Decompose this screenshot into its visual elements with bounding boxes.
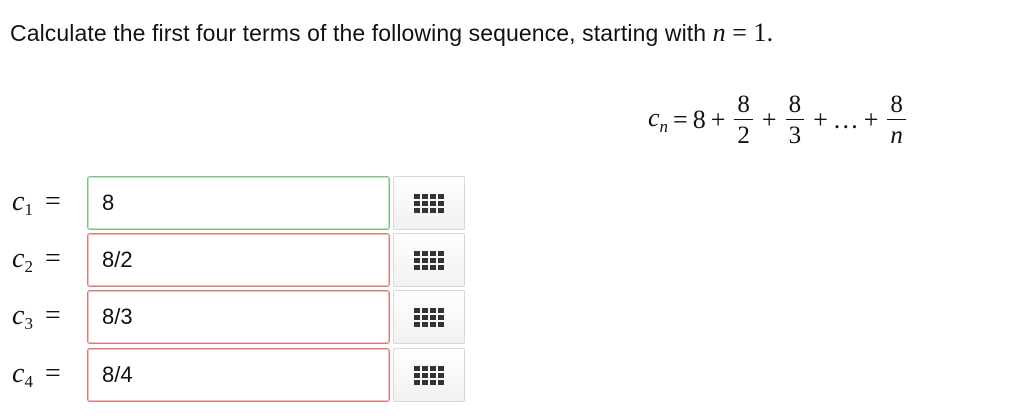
answer-label: c1 = xyxy=(12,186,61,220)
answer-label: c2 = xyxy=(12,243,61,277)
formula-ellipsis: … xyxy=(832,105,859,134)
formula-lhs-subscript: n xyxy=(659,117,669,137)
question-prompt: Calculate the first four terms of the fo… xyxy=(10,18,773,48)
formula-lhs-var: c xyxy=(648,102,660,132)
answer-row-c2: c2 = xyxy=(0,233,470,291)
math-palette-button[interactable] xyxy=(393,233,465,287)
term-var-letter: c xyxy=(12,186,25,217)
fraction-denominator: 2 xyxy=(737,122,750,149)
term-subscript: 1 xyxy=(24,200,33,219)
keypad-grid-icon xyxy=(414,307,444,327)
math-palette-button[interactable] xyxy=(393,176,465,230)
formula-fraction-n: 8 n xyxy=(887,92,906,148)
answer-label: c3 = xyxy=(12,300,61,334)
math-palette-button[interactable] xyxy=(393,290,465,344)
term-subscript: 3 xyxy=(24,314,33,333)
question-text: Calculate the first four terms of the fo… xyxy=(10,20,707,46)
answer-input-c1[interactable] xyxy=(87,176,390,230)
math-palette-button[interactable] xyxy=(393,348,465,402)
fraction-denominator: n xyxy=(890,122,903,149)
answer-input-c3[interactable] xyxy=(87,290,390,344)
formula-plus-1: + xyxy=(710,105,726,134)
term-variable: c3 xyxy=(12,300,33,333)
fraction-numerator: 8 xyxy=(785,92,805,120)
formula-equals: = xyxy=(673,105,688,134)
answer-input-c4[interactable] xyxy=(87,348,390,402)
formula-plus-3: + xyxy=(813,105,828,134)
question-n-variable: n xyxy=(712,18,726,47)
answer-row-c3: c3 = xyxy=(0,290,470,348)
answer-row-c4: c4 = xyxy=(0,348,470,406)
answer-label: c4 = xyxy=(12,358,61,392)
answer-row-c1: c1 = xyxy=(0,176,470,234)
formula-plus-2: + xyxy=(761,105,777,134)
term-equals: = xyxy=(44,243,61,274)
formula-fraction-2: 8 3 xyxy=(785,92,805,149)
term-subscript: 4 xyxy=(24,372,33,391)
fraction-denominator: 3 xyxy=(788,122,802,149)
term-var-letter: c xyxy=(12,300,25,331)
keypad-grid-icon xyxy=(414,365,444,385)
term-variable: c1 xyxy=(12,186,33,219)
term-equals: = xyxy=(44,186,61,217)
term-var-letter: c xyxy=(12,243,25,274)
question-start-value: 1. xyxy=(753,18,774,47)
formula-constant: 8 xyxy=(692,105,706,134)
term-variable: c4 xyxy=(12,358,33,391)
term-equals: = xyxy=(44,300,61,331)
fraction-numerator: 8 xyxy=(734,92,753,120)
answer-input-c2[interactable] xyxy=(87,233,390,287)
formula-lhs: cn xyxy=(648,103,668,137)
formula-plus-4: + xyxy=(863,105,879,134)
keypad-grid-icon xyxy=(414,193,444,213)
term-equals: = xyxy=(44,358,61,389)
term-subscript: 2 xyxy=(24,257,33,276)
fraction-numerator: 8 xyxy=(887,92,906,120)
term-variable: c2 xyxy=(12,243,33,276)
keypad-grid-icon xyxy=(414,250,444,270)
formula-fraction-1: 8 2 xyxy=(734,92,753,148)
sequence-formula: cn = 8 + 8 2 + 8 3 + … + 8 n xyxy=(648,80,910,160)
question-equals: = xyxy=(732,18,748,47)
term-var-letter: c xyxy=(12,358,25,389)
